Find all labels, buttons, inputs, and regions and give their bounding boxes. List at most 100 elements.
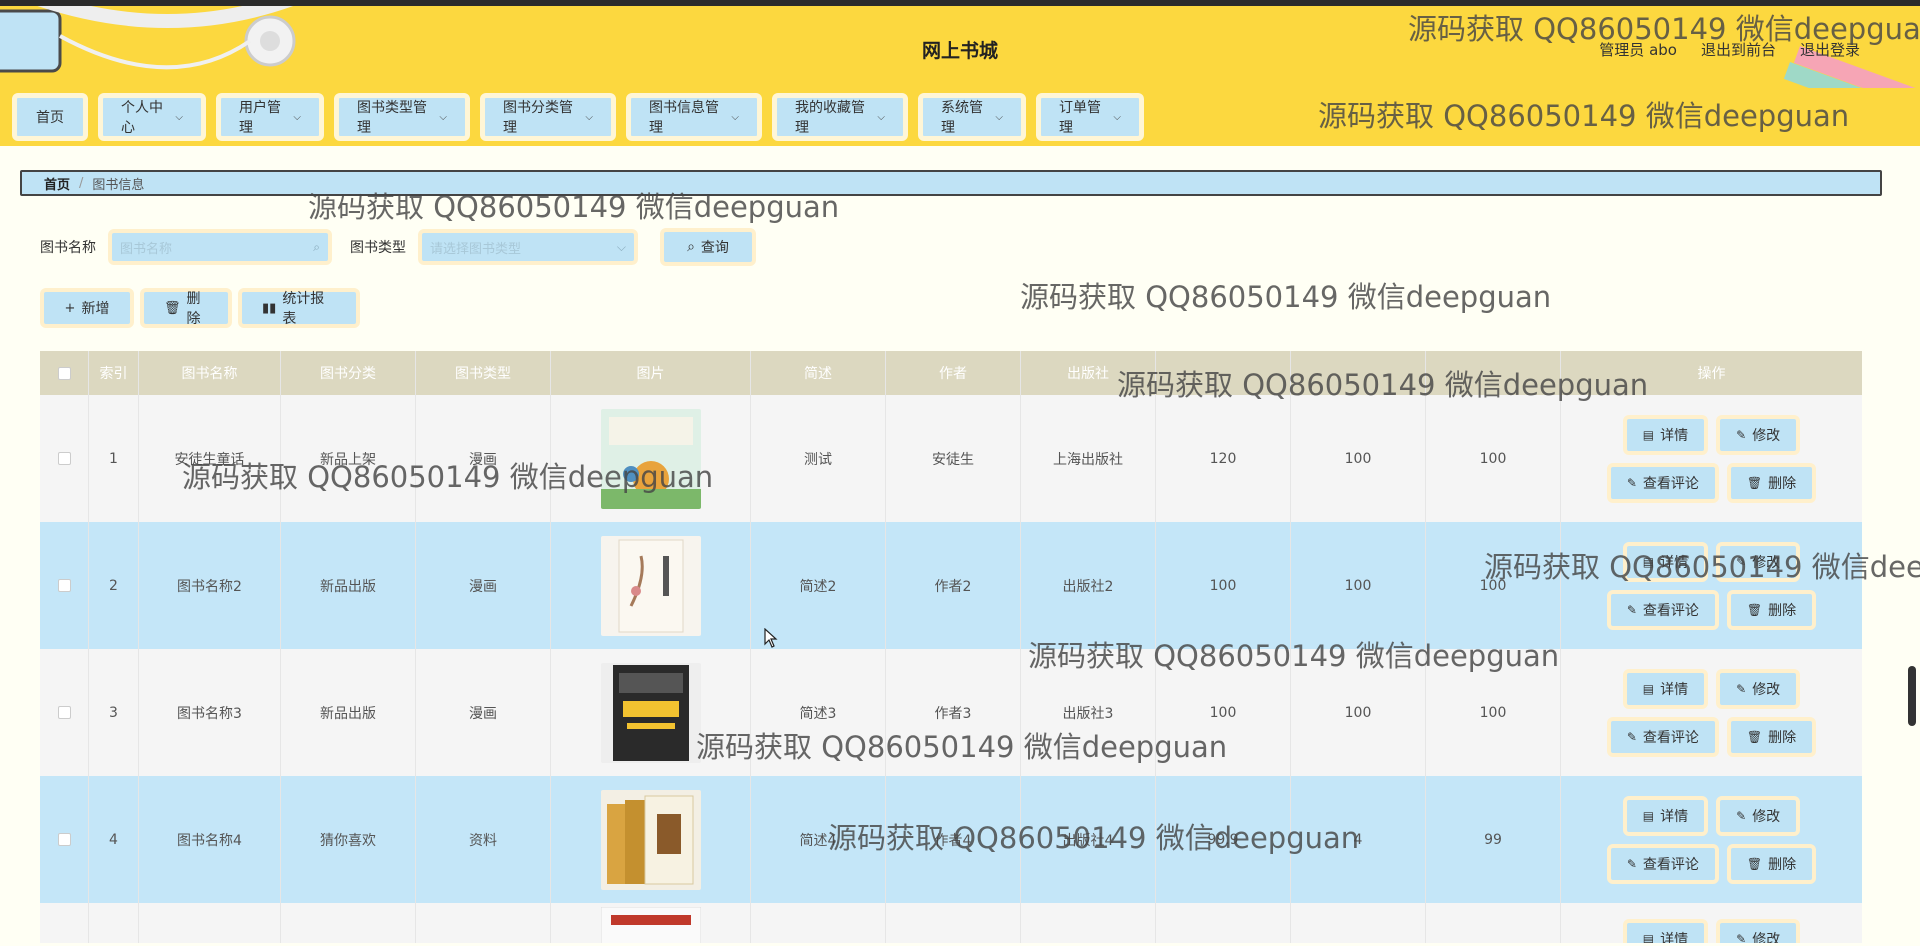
cell-category: 新品出版	[281, 649, 416, 776]
cell-author: 作者3	[886, 649, 1021, 776]
document-icon: ▤	[1642, 808, 1655, 823]
batch-delete-button[interactable]: 🗑 删除	[140, 288, 232, 328]
edit-button[interactable]: ✎ 修改	[1716, 668, 1801, 709]
plus-icon: +	[64, 300, 76, 316]
cell-col-11: 100	[1426, 522, 1561, 649]
cell-publisher: 上海出版社	[1021, 395, 1156, 522]
search-icon: ⌕	[313, 239, 320, 254]
pencil-icon: ✎	[1736, 808, 1747, 823]
table-row: 1 安徒生童话 新品上架 漫画 测试 安徒生 上海出版社 120 100 100…	[40, 395, 1862, 522]
book-cover-image	[600, 907, 701, 943]
nav-book-category-management[interactable]: 图书分类管理 ⌵	[480, 93, 616, 141]
edit-button[interactable]: ✎ 修改	[1716, 795, 1801, 836]
breadcrumb-current: 图书信息	[92, 177, 145, 193]
cell-index: 3	[89, 649, 139, 776]
book-cover-image	[600, 662, 701, 763]
nav-order-management[interactable]: 订单管理 ⌵	[1036, 93, 1144, 141]
cell-category: 新品上架	[281, 395, 416, 522]
cell-category: 猜你喜欢	[281, 776, 416, 903]
view-comments-button[interactable]: ✎ 查看评论	[1606, 462, 1719, 503]
book-cover-image	[600, 535, 701, 636]
book-table: 索引 图书名称 图书分类 图书类型 图片 简述 作者 出版社 操作 1 安徒生童…	[40, 351, 1862, 943]
cell-col-9: 120	[1156, 395, 1291, 522]
table-header: 索引 图书名称 图书分类 图书类型 图片 简述 作者 出版社 操作	[40, 351, 1862, 395]
row-checkbox[interactable]	[57, 706, 71, 719]
row-checkbox[interactable]	[57, 579, 71, 592]
detail-button[interactable]: ▤ 详情	[1622, 919, 1709, 943]
cell-col-10: 4	[1291, 776, 1426, 903]
cell-description: 简述3	[751, 649, 886, 776]
nav-user-management[interactable]: 用户管理 ⌵	[216, 93, 324, 141]
nav-favorites-management[interactable]: 我的收藏管理 ⌵	[772, 93, 908, 141]
query-button[interactable]: ⌕ 查询	[660, 228, 756, 266]
back-to-front-link[interactable]: 退出到前台	[1701, 39, 1776, 60]
trash-icon: 🗑	[1746, 729, 1763, 744]
delete-button[interactable]: 🗑 删除	[1726, 716, 1817, 757]
header-col-9	[1156, 351, 1291, 395]
trash-icon: 🗑	[164, 300, 181, 316]
chevron-down-icon: ⌵	[175, 111, 183, 123]
detail-button[interactable]: ▤ 详情	[1622, 795, 1709, 836]
cell-type: 漫画	[416, 522, 551, 649]
add-button[interactable]: + 新增	[40, 288, 134, 328]
nav-book-info-management[interactable]: 图书信息管理 ⌵	[626, 93, 762, 141]
cell-col-10: 100	[1291, 522, 1426, 649]
nav-book-type-management[interactable]: 图书类型管理 ⌵	[334, 93, 470, 141]
page-scrollbar[interactable]	[1908, 666, 1916, 726]
view-comments-button[interactable]: ✎ 查看评论	[1606, 843, 1719, 884]
chevron-down-icon: ⌵	[731, 111, 739, 123]
delete-button[interactable]: 🗑 删除	[1726, 589, 1817, 630]
book-cover-image	[600, 408, 701, 509]
action-toolbar: + 新增 🗑 删除 ▮▮ 统计报表	[40, 288, 360, 328]
table-row: 3 图书名称3 新品出版 漫画 简述3 作者3 出版社3 100 100 100…	[40, 649, 1862, 776]
edit-button[interactable]: ✎ 修改	[1716, 919, 1801, 943]
cell-col-10: 100	[1291, 649, 1426, 776]
cell-book-name: 图书名称3	[139, 649, 281, 776]
book-type-label: 图书类型	[350, 240, 406, 256]
header-col-10	[1291, 351, 1426, 395]
breadcrumb-home[interactable]: 首页	[44, 174, 70, 193]
document-icon: ▤	[1642, 554, 1655, 569]
table-row: 2 图书名称2 新品出版 漫画 简述2 作者2 出版社2 100 100 100…	[40, 522, 1862, 649]
cell-index: 2	[89, 522, 139, 649]
pencil-icon: ✎	[1736, 932, 1747, 943]
detail-button[interactable]: ▤ 详情	[1622, 414, 1709, 455]
document-icon: ▤	[1642, 932, 1655, 943]
pencil-icon: ✎	[1626, 475, 1637, 490]
book-name-input[interactable]: 图书名称 ⌕	[108, 229, 332, 265]
row-checkbox[interactable]	[57, 452, 71, 465]
edit-button[interactable]: ✎ 修改	[1716, 414, 1801, 455]
chevron-down-icon: ⌵	[293, 111, 301, 123]
view-comments-button[interactable]: ✎ 查看评论	[1606, 589, 1719, 630]
cell-col-9: 100	[1156, 649, 1291, 776]
cell-col-9: 99.9	[1156, 776, 1291, 903]
header-description: 简述	[751, 351, 886, 395]
nav-personal-center[interactable]: 个人中心 ⌵	[98, 93, 206, 141]
nav-home[interactable]: 首页	[12, 93, 88, 141]
delete-button[interactable]: 🗑 删除	[1726, 462, 1817, 503]
detail-button[interactable]: ▤ 详情	[1622, 541, 1709, 582]
search-icon: ⌕	[687, 239, 695, 255]
bar-chart-icon: ▮▮	[262, 300, 277, 316]
row-checkbox[interactable]	[57, 833, 71, 846]
edit-button[interactable]: ✎ 修改	[1716, 541, 1801, 582]
cell-description: 测试	[751, 395, 886, 522]
nav-system-management[interactable]: 系统管理 ⌵	[918, 93, 1026, 141]
cell-publisher: 出版社3	[1021, 649, 1156, 776]
select-all-checkbox[interactable]	[57, 366, 71, 380]
logout-link[interactable]: 退出登录	[1800, 39, 1860, 60]
cell-col-11: 99	[1426, 776, 1561, 903]
main-navbar: 首页 个人中心 ⌵ 用户管理 ⌵ 图书类型管理 ⌵ 图书分类管理 ⌵ 图书信息管理 ⌵ 我…	[0, 88, 1920, 146]
cell-type: 资料	[416, 776, 551, 903]
breadcrumb: 首页 / 图书信息	[20, 170, 1882, 196]
delete-button[interactable]: 🗑 删除	[1726, 843, 1817, 884]
detail-button[interactable]: ▤ 详情	[1622, 668, 1709, 709]
view-comments-button[interactable]: ✎ 查看评论	[1606, 716, 1719, 757]
pencil-icon: ✎	[1626, 602, 1637, 617]
book-type-select[interactable]: 请选择图书类型 ⌵	[418, 229, 638, 265]
cell-book-name: 图书名称4	[139, 776, 281, 903]
table-row: 4 图书名称4 猜你喜欢 资料 简述4 作者4 出版社4 99.9 4 99 ▤…	[40, 776, 1862, 903]
cell-col-9: 100	[1156, 522, 1291, 649]
statistics-report-button[interactable]: ▮▮ 统计报表	[238, 288, 360, 328]
search-bar: 图书名称 图书名称 ⌕ 图书类型 请选择图书类型 ⌵ ⌕ 查询	[40, 228, 756, 266]
